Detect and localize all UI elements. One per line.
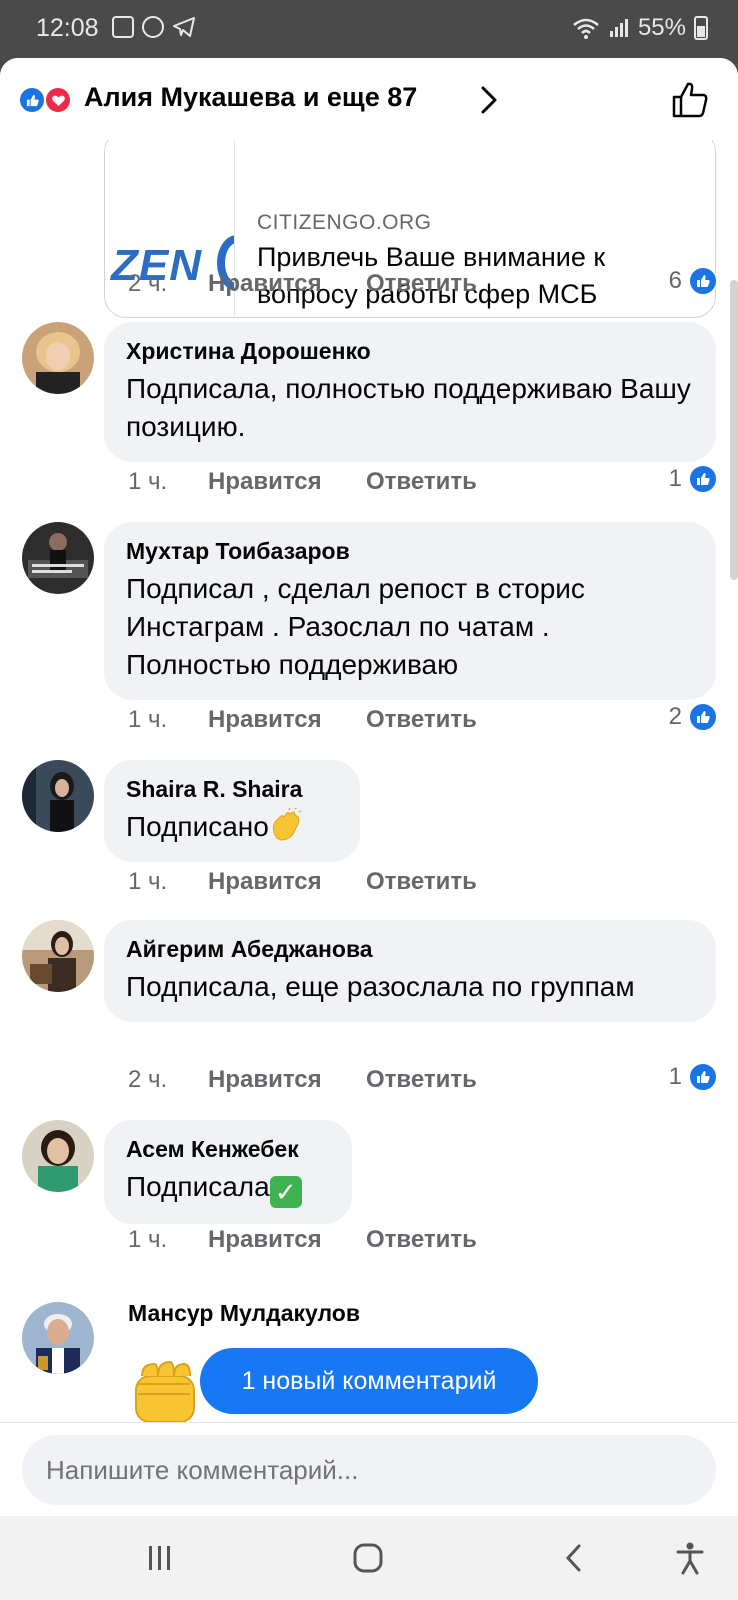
thumbs-up-icon[interactable] [670, 80, 710, 120]
scrollbar[interactable] [730, 280, 738, 580]
reactions-header[interactable]: Алия Мукашева и еще 87 [0, 58, 738, 140]
comment-bubble[interactable]: Христина Дорошенко Подписала, полностью … [104, 322, 716, 462]
comment-time: 1 ч. [128, 706, 168, 733]
comment-input[interactable] [22, 1435, 716, 1505]
like-button[interactable]: Нравится [208, 270, 366, 298]
commenter-name[interactable]: Мухтар Тоибазаров [126, 536, 692, 566]
like-reaction-icon [688, 702, 718, 732]
reaction-count[interactable]: 1 [669, 464, 718, 494]
reply-button[interactable]: Ответить [366, 1066, 477, 1094]
comment-time: 1 ч. [128, 1226, 168, 1253]
battery-percent: 55% [637, 14, 686, 41]
home-icon[interactable] [346, 1538, 390, 1578]
like-reaction-icon [688, 266, 718, 296]
like-button[interactable]: Нравится [208, 868, 366, 896]
reactions-summary[interactable]: Алия Мукашева и еще 87 [84, 82, 417, 113]
signal-icon [609, 19, 628, 37]
comment-text: Подписал , сделал репост в сторис Инстаг… [126, 573, 585, 680]
system-nav-bar [0, 1516, 738, 1600]
check-mark-emoji: ✓ [269, 1176, 302, 1208]
comment-text: Подписала [126, 1171, 270, 1202]
reaction-count-number: 1 [668, 465, 682, 492]
recent-apps-icon[interactable] [138, 1538, 182, 1578]
notification-icons [112, 16, 196, 43]
clapping-hands-emoji [272, 808, 302, 841]
reaction-count[interactable]: 2 [669, 702, 718, 732]
reaction-count-number: 1 [668, 1063, 682, 1090]
whatsapp-icon [142, 16, 164, 38]
commenter-name[interactable]: Христина Дорошенко [126, 336, 692, 366]
comment-text: Подписано [126, 811, 269, 842]
comment-text-line: Подписано [126, 808, 336, 846]
comment-meta: 2 ч. Нравится Ответить [128, 1064, 477, 1096]
avatar[interactable] [22, 760, 94, 832]
like-button[interactable]: Нравится [208, 468, 366, 496]
like-reaction-icon [688, 464, 718, 494]
accessibility-icon[interactable] [668, 1538, 712, 1578]
battery-icon [694, 16, 708, 40]
like-reaction-icon [688, 1062, 718, 1092]
comment-meta: 1 ч. Нравится Ответить [128, 1224, 477, 1256]
raised-fist-emoji [135, 1360, 195, 1423]
avatar[interactable] [22, 1302, 94, 1374]
comments-sheet: Алия Мукашева и еще 87 ZEN CITIZENGO.ORG… [0, 58, 738, 1516]
reply-button[interactable]: Ответить [366, 270, 477, 298]
comment-time: 1 ч. [128, 868, 168, 895]
link-domain: CITIZENGO.ORG [257, 211, 432, 234]
comment-time: 2 ч. [128, 270, 168, 297]
like-button[interactable]: Нравится [208, 706, 366, 734]
commenter-name[interactable]: Мансур Мулдакулов [128, 1300, 360, 1327]
reaction-count-number: 2 [668, 703, 682, 730]
status-right: 55% [572, 14, 708, 42]
avatar[interactable] [22, 522, 94, 594]
back-icon[interactable] [552, 1538, 596, 1578]
avatar[interactable] [22, 920, 94, 992]
gallery-icon [112, 16, 134, 38]
reaction-count-number: 6 [668, 267, 682, 294]
comment-bubble[interactable]: Айгерим Абеджанова Подписала, еще разосл… [104, 920, 716, 1022]
commenter-name[interactable]: Асем Кенжебек [126, 1134, 328, 1164]
status-time: 12:08 [36, 14, 99, 42]
reaction-count[interactable]: 1 [669, 1062, 718, 1092]
comment-text-line: Подписала ✓ [126, 1168, 328, 1208]
reply-button[interactable]: Ответить [366, 1226, 477, 1254]
post-comment-meta: 2 ч. Нравится Ответить [128, 268, 477, 300]
like-button[interactable]: Нравится [208, 1066, 366, 1094]
reply-button[interactable]: Ответить [366, 468, 477, 496]
comment-composer [0, 1422, 738, 1516]
reply-button[interactable]: Ответить [366, 868, 477, 896]
status-bar: 12:08 55% [0, 0, 738, 58]
comment-text: Подписала, еще разослала по группам [126, 971, 635, 1002]
commenter-name[interactable]: Shaira R. Shaira [126, 774, 336, 804]
love-reaction-icon [44, 86, 72, 114]
reaction-count[interactable]: 6 [669, 266, 718, 296]
comment-text: Подписала, полностью поддерживаю Вашу по… [126, 373, 691, 442]
comment-meta: 1 ч. Нравится Ответить [128, 466, 477, 498]
avatar[interactable] [22, 322, 94, 394]
wifi-icon [573, 18, 599, 39]
comment-meta: 1 ч. Нравится Ответить [128, 866, 477, 898]
like-reaction-icon [18, 86, 46, 114]
comment-bubble[interactable]: Мухтар Тоибазаров Подписал , сделал репо… [104, 522, 716, 700]
chevron-right-icon[interactable] [478, 84, 500, 116]
comment-meta: 1 ч. Нравится Ответить [128, 704, 477, 736]
comment-time: 1 ч. [128, 468, 168, 495]
avatar[interactable] [22, 1120, 94, 1192]
telegram-icon [172, 16, 196, 43]
commenter-name[interactable]: Айгерим Абеджанова [126, 934, 692, 964]
new-comment-button[interactable]: 1 новый комментарий [200, 1348, 538, 1414]
reply-button[interactable]: Ответить [366, 706, 477, 734]
comment-bubble[interactable]: Асем Кенжебек Подписала ✓ [104, 1120, 352, 1224]
like-button[interactable]: Нравится [208, 1226, 366, 1254]
comment-bubble[interactable]: Shaira R. Shaira Подписано [104, 760, 360, 862]
comment-time: 2 ч. [128, 1066, 168, 1093]
